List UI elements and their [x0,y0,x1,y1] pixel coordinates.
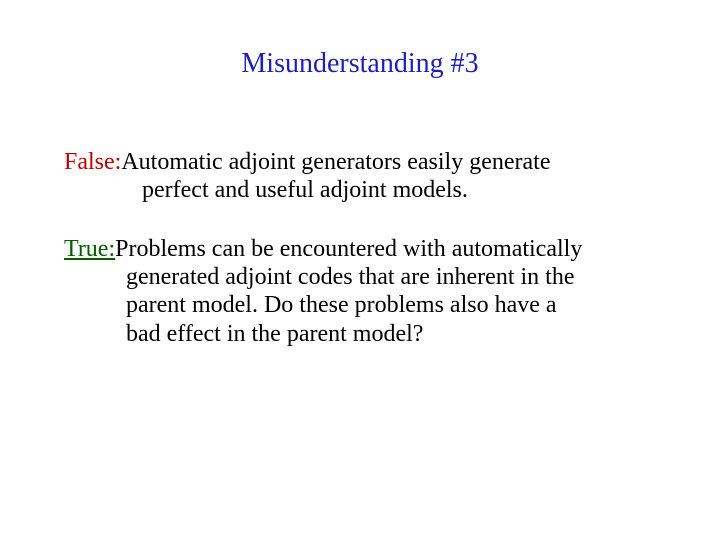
false-text-line2: perfect and useful adjoint models. [64,176,670,204]
true-text-line1: Problems can be encountered with automat… [115,235,582,263]
true-label: True: [64,235,115,263]
slide-title: Misunderstanding #3 [0,48,720,80]
false-block: False: Automatic adjoint generators easi… [64,148,670,205]
true-text-line3: parent model. Do these problems also hav… [64,291,670,319]
false-line-1: False: Automatic adjoint generators easi… [64,148,670,176]
true-text-line4: bad effect in the parent model? [64,320,670,348]
true-block: True: Problems can be encountered with a… [64,235,670,348]
slide: Misunderstanding #3 False: Automatic adj… [0,0,720,540]
true-line-1: True: Problems can be encountered with a… [64,235,670,263]
slide-body: False: Automatic adjoint generators easi… [64,148,670,378]
false-label: False: [64,148,121,176]
false-text-line1: Automatic adjoint generators easily gene… [121,148,550,176]
true-text-line2: generated adjoint codes that are inheren… [64,263,670,291]
